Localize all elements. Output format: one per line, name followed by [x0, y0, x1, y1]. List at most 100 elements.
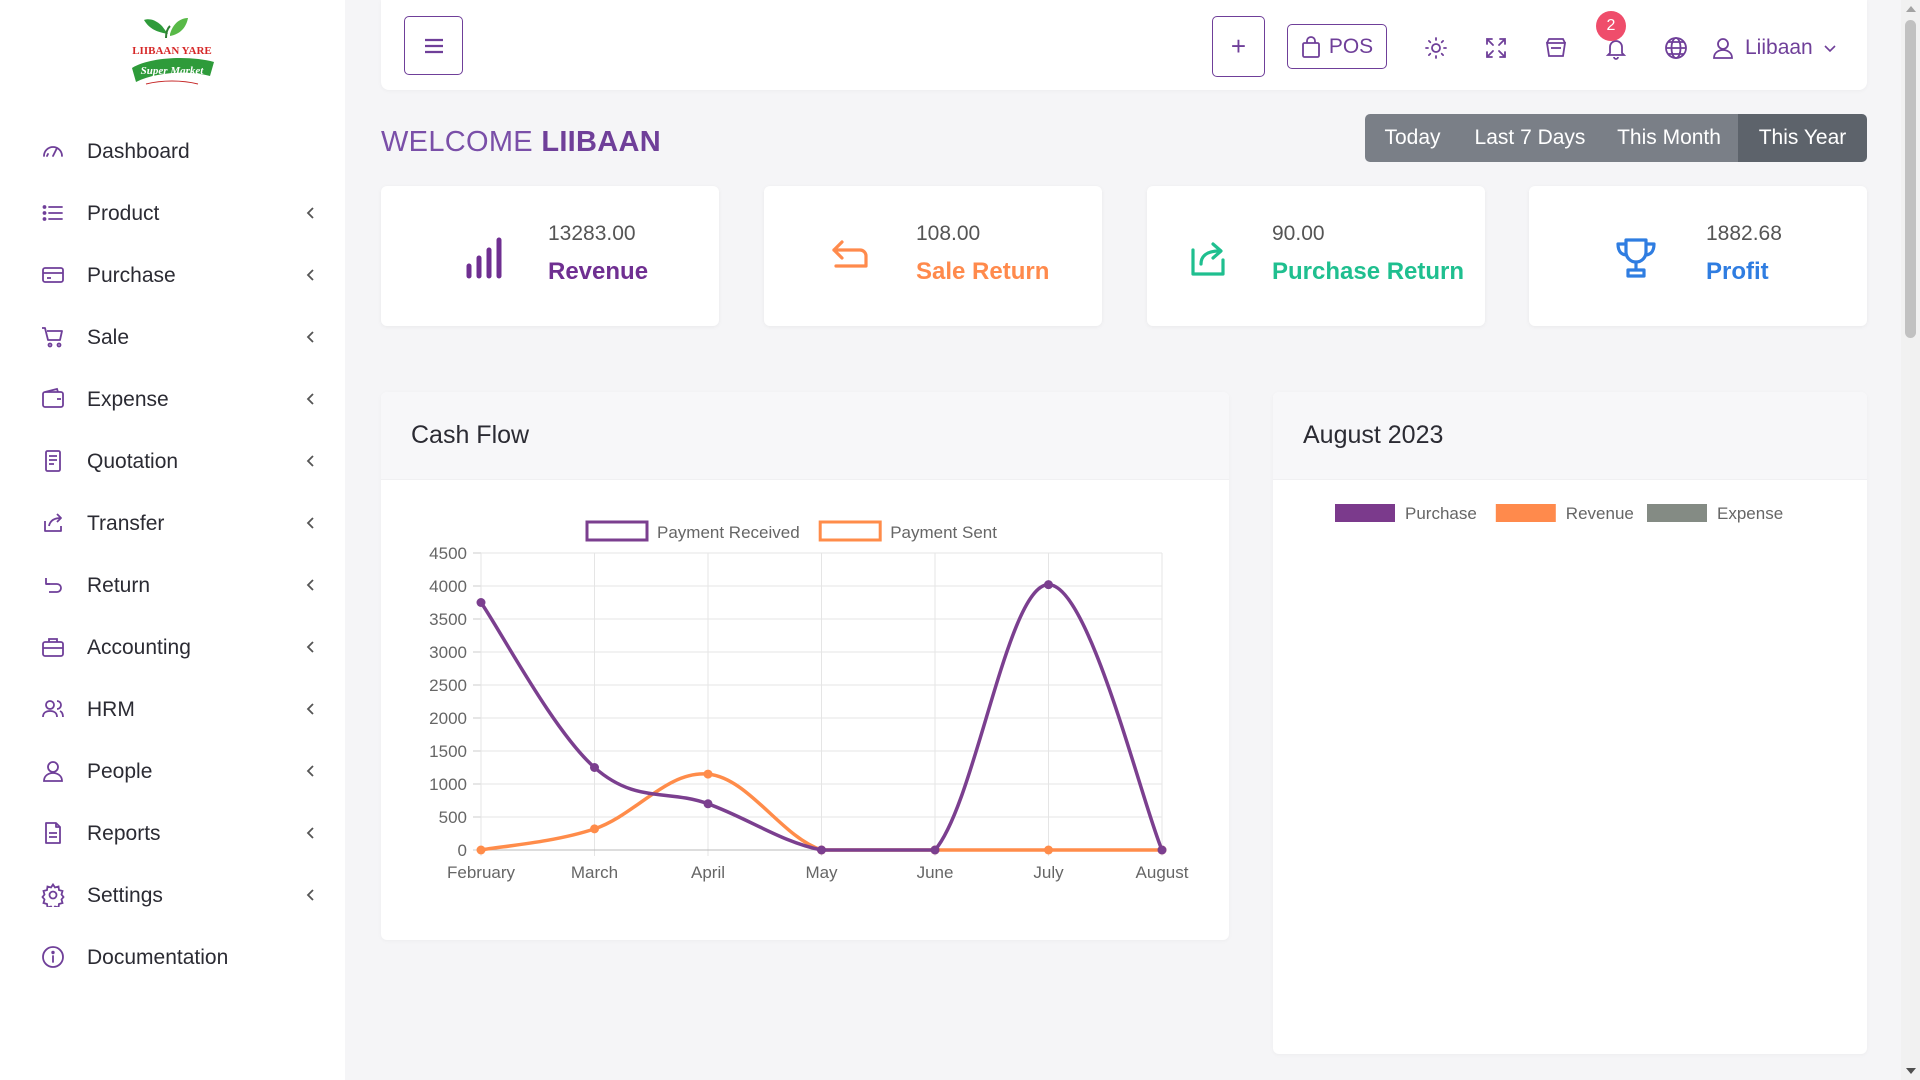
- stat-label: Sale Return: [916, 258, 1050, 285]
- chevron-left-icon: [306, 827, 314, 839]
- notification-badge: 2: [1596, 11, 1626, 41]
- sidebar-item-label: Expense: [87, 388, 169, 411]
- pos-button[interactable]: POS: [1287, 24, 1387, 69]
- sidebar-item-purchase[interactable]: Purchase: [0, 250, 345, 300]
- sidebar-item-hrm[interactable]: HRM: [0, 684, 345, 734]
- welcome-user-name: LIIBAAN: [541, 126, 662, 158]
- cache-button[interactable]: [1543, 35, 1569, 61]
- chevron-left-icon: [306, 207, 314, 219]
- chevron-left-icon: [306, 269, 314, 281]
- sidebar-item-label: Transfer: [87, 512, 165, 535]
- welcome-heading: WELCOME LIIBAAN: [381, 126, 661, 159]
- sidebar-item-dashboard[interactable]: Dashboard: [0, 126, 345, 176]
- sidebar-item-quotation[interactable]: Quotation: [0, 436, 345, 486]
- chevron-left-icon: [306, 517, 314, 529]
- x-tick-label: May: [805, 863, 838, 882]
- wallet-icon: [40, 386, 66, 412]
- shopping-bag-icon: [1301, 35, 1320, 58]
- user-menu[interactable]: Liibaan: [1711, 33, 1837, 63]
- scroll-thumb[interactable]: [1905, 20, 1916, 338]
- sidebar-item-label: Documentation: [87, 946, 229, 969]
- range-last-7-days-button[interactable]: Last 7 Days: [1460, 114, 1600, 162]
- chevron-left-icon: [306, 455, 314, 467]
- theme-toggle-button[interactable]: [1423, 35, 1449, 61]
- cash-flow-title: Cash Flow: [381, 392, 1229, 480]
- sidebar-item-label: Return: [87, 574, 151, 597]
- chevron-left-icon: [306, 703, 314, 715]
- sidebar-item-sale[interactable]: Sale: [0, 312, 345, 362]
- sidebar-item-reports[interactable]: Reports: [0, 808, 345, 858]
- y-tick-label: 1500: [429, 742, 467, 761]
- cash-flow-panel: Cash Flow Payment Received Payment Sent 0 5…: [381, 392, 1229, 940]
- legend-swatch: [1335, 504, 1395, 522]
- sidebar-item-settings[interactable]: Settings: [0, 870, 345, 920]
- fullscreen-button[interactable]: [1483, 35, 1509, 61]
- data-point: [476, 845, 486, 855]
- sidebar-item-expense[interactable]: Expense: [0, 374, 345, 424]
- legend-label: Revenue: [1566, 504, 1634, 523]
- basket-icon: [1545, 38, 1567, 57]
- sidebar: LIIBAAN YARE Super Market Dashboard Prod…: [0, 0, 345, 1080]
- range-this-month-button[interactable]: This Month: [1600, 114, 1738, 162]
- sidebar-item-accounting[interactable]: Accounting: [0, 622, 345, 672]
- x-tick-label: March: [571, 863, 618, 882]
- document-icon: [40, 448, 66, 474]
- expand-icon: [1486, 38, 1506, 58]
- x-tick-label: August: [1136, 863, 1189, 882]
- scroll-up-arrow[interactable]: [1906, 6, 1916, 12]
- language-button[interactable]: [1663, 35, 1689, 61]
- return-icon: [40, 572, 66, 598]
- sidebar-item-label: Sale: [87, 326, 130, 349]
- sidebar-item-people[interactable]: People: [0, 746, 345, 796]
- stat-card-sale-return[interactable]: 108.00 Sale Return: [764, 186, 1102, 326]
- stat-card-purchase-return[interactable]: 90.00 Purchase Return: [1147, 186, 1485, 326]
- stat-value: 108.00: [916, 222, 981, 245]
- stat-label: Purchase Return: [1272, 258, 1465, 285]
- sidebar-item-documentation[interactable]: Documentation: [0, 932, 345, 982]
- x-tick-label: July: [1033, 863, 1064, 882]
- month-summary-panel: August 2023 Purchase Revenue Expense: [1273, 392, 1867, 1054]
- legend-swatch: [1647, 504, 1707, 522]
- users-icon: [40, 696, 66, 722]
- month-summary-chart[interactable]: Purchase Revenue Expense: [1273, 480, 1867, 1054]
- sidebar-item-label: People: [87, 760, 153, 783]
- scroll-down-arrow[interactable]: [1906, 1068, 1916, 1074]
- stat-value: 90.00: [1272, 222, 1325, 245]
- y-tick-label: 3500: [429, 610, 467, 629]
- sidebar-item-product[interactable]: Product: [0, 188, 345, 238]
- globe-icon: [1665, 37, 1687, 59]
- range-this-year-button[interactable]: This Year: [1738, 114, 1867, 162]
- page-scrollbar[interactable]: [1901, 0, 1920, 1080]
- chevron-down-icon: [1824, 45, 1836, 53]
- chevron-left-icon: [306, 331, 314, 343]
- user-icon: [40, 758, 66, 784]
- user-icon: [1713, 38, 1733, 59]
- legend-swatch: [1495, 504, 1556, 522]
- y-tick-label: 2500: [429, 676, 467, 695]
- pos-label: POS: [1328, 34, 1374, 58]
- dashboard-icon: [40, 138, 66, 164]
- stat-value: 1882.68: [1706, 222, 1782, 245]
- sidebar-item-transfer[interactable]: Transfer: [0, 498, 345, 548]
- menu-toggle-button[interactable]: [404, 16, 463, 75]
- briefcase-icon: [40, 634, 66, 660]
- legend-swatch: [818, 520, 882, 542]
- undo-icon: [832, 240, 868, 268]
- range-today-button[interactable]: Today: [1365, 114, 1460, 162]
- chevron-left-icon: [306, 641, 314, 653]
- y-tick-label: 2000: [429, 709, 467, 728]
- sidebar-item-return[interactable]: Return: [0, 560, 345, 610]
- brand-logo[interactable]: LIIBAAN YARE Super Market: [122, 12, 222, 94]
- sidebar-item-label: Reports: [87, 822, 161, 845]
- cash-flow-chart[interactable]: Payment Received Payment Sent 0 500 1000 1500…: [381, 480, 1229, 940]
- trophy-icon: [1616, 238, 1656, 278]
- data-point: [703, 799, 713, 809]
- stat-card-profit[interactable]: 1882.68 Profit: [1529, 186, 1867, 326]
- redo-box-icon: [1191, 242, 1225, 276]
- add-button[interactable]: +: [1212, 16, 1265, 77]
- data-point: [1044, 580, 1053, 590]
- stat-card-revenue[interactable]: 13283.00 Revenue: [381, 186, 719, 326]
- y-tick-label: 3000: [429, 643, 467, 662]
- credit-card-icon: [40, 262, 66, 288]
- data-point: [703, 769, 713, 779]
